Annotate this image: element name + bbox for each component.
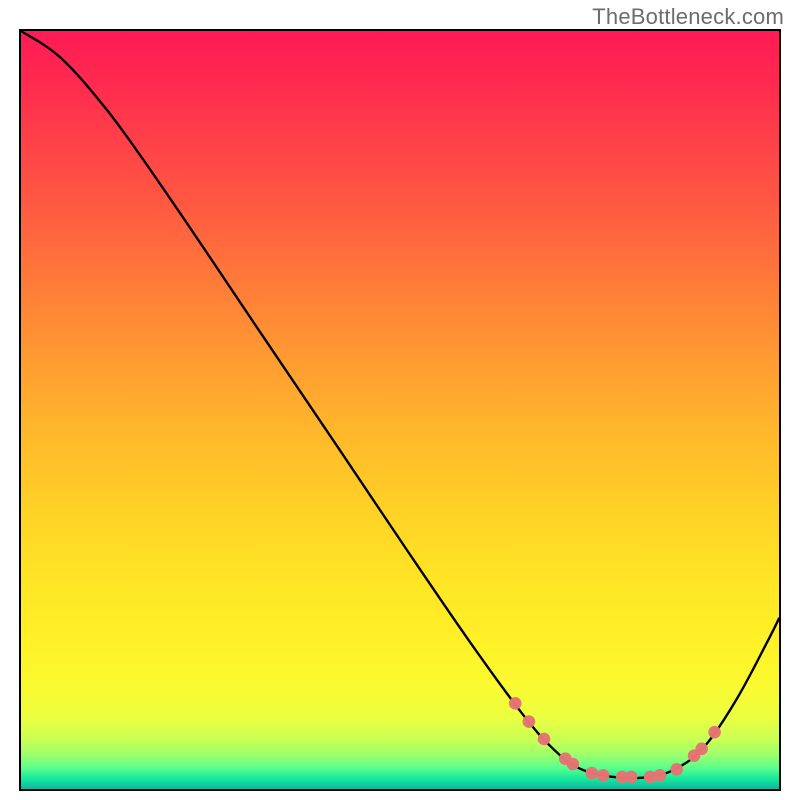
- highlight-dot: [538, 733, 551, 746]
- highlight-dot: [567, 758, 580, 771]
- watermark-text: TheBottleneck.com: [592, 4, 784, 30]
- highlight-dot: [670, 763, 683, 776]
- highlight-dot: [597, 769, 610, 782]
- highlight-dot: [585, 767, 598, 780]
- highlight-dots: [509, 697, 721, 783]
- highlight-dot: [654, 769, 667, 782]
- curve-line: [21, 31, 779, 778]
- highlight-dot: [625, 771, 638, 784]
- highlight-dot: [523, 715, 536, 728]
- highlight-dot: [509, 697, 522, 710]
- plot-frame: [19, 29, 781, 791]
- bottleneck-curve-plot: [21, 31, 779, 789]
- highlight-dot: [695, 743, 708, 756]
- highlight-dot: [708, 726, 721, 739]
- chart-stage: TheBottleneck.com: [0, 0, 800, 800]
